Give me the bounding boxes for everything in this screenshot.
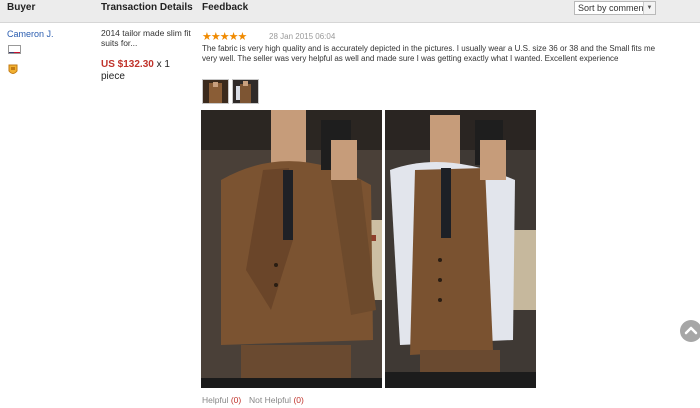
chevron-down-icon[interactable]: ▼ bbox=[643, 2, 655, 14]
feedback-text: The fabric is very high quality and is a… bbox=[202, 44, 656, 63]
rating-stars: ★★★★★ bbox=[202, 31, 247, 43]
helpful-count: (0) bbox=[230, 395, 242, 405]
table-header: Buyer Transaction Details Feedback Sort … bbox=[0, 0, 700, 23]
not-helpful-link[interactable]: Not Helpful (0) bbox=[249, 395, 304, 405]
price-amount: US $132.30 bbox=[101, 59, 154, 70]
scroll-to-top-button[interactable] bbox=[680, 320, 700, 342]
us-flag-icon bbox=[8, 45, 21, 54]
buyer-name-link[interactable]: Cameron J. bbox=[7, 29, 54, 39]
review-photo-2[interactable] bbox=[385, 110, 536, 388]
buyer-level-badge-icon bbox=[8, 63, 18, 75]
buyer-column-header: Buyer bbox=[7, 2, 36, 13]
order-price: US $132.30 x 1 piece bbox=[101, 59, 193, 83]
review-date: 28 Jan 2015 06:04 bbox=[269, 32, 336, 41]
not-helpful-label: Not Helpful bbox=[249, 395, 292, 405]
photo-thumbnail-2[interactable] bbox=[232, 79, 259, 104]
feedback-column-header: Feedback bbox=[202, 2, 249, 13]
transaction-column-header: Transaction Details bbox=[101, 2, 193, 13]
helpful-label: Helpful bbox=[202, 395, 229, 405]
sort-label: Sort by comment bbox=[578, 3, 647, 13]
chevron-up-icon bbox=[684, 326, 698, 335]
sort-dropdown[interactable]: Sort by comment ▼ bbox=[574, 1, 656, 15]
photo-thumbnail-1[interactable] bbox=[202, 79, 229, 104]
product-title[interactable]: 2014 tailor made slim fit suits for... bbox=[101, 28, 191, 48]
not-helpful-count: (0) bbox=[293, 395, 304, 405]
helpful-link[interactable]: Helpful (0) bbox=[202, 395, 241, 405]
review-photo-1[interactable] bbox=[201, 110, 382, 388]
